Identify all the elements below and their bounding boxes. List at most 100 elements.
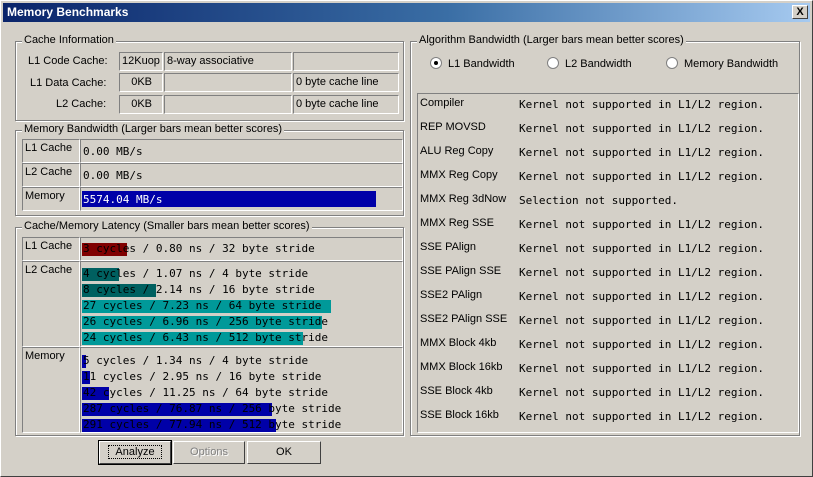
l1-data-cache-assoc	[164, 73, 292, 92]
bw-l2-label: L2 Cache	[25, 166, 73, 178]
title-bar[interactable]: Memory Benchmarks X	[3, 3, 810, 22]
cache-info-title: Cache Information	[22, 34, 116, 46]
lat-l2-text-4: 24 cycles / 6.43 ns / 512 byte stride	[83, 331, 329, 344]
bw-l1-bar-cell: 0.00 MB/s	[80, 139, 403, 163]
algorithm-name: SSE Block 16kb	[420, 409, 499, 421]
algorithm-name: MMX Reg 3dNow	[420, 193, 507, 205]
l2-cache-assoc	[164, 95, 292, 114]
lat-memory-row-2: 42 cycles / 11.25 ns / 64 byte stride	[82, 386, 402, 400]
lat-l2-label-cell: L2 Cache	[22, 261, 80, 347]
lat-memory-row-0: 5 cycles / 1.34 ns / 4 byte stride	[82, 354, 402, 368]
lat-memory-text-1: 11 cycles / 2.95 ns / 16 byte stride	[83, 370, 322, 383]
memory-bandwidth-title: Memory Bandwidth (Larger bars mean bette…	[22, 123, 284, 135]
l2-cache-label: L2 Cache:	[56, 98, 107, 110]
algorithm-result: Kernel not supported in L1/L2 region.	[519, 290, 765, 303]
algorithm-row-mmx-block-4kb: MMX Block 4kb Kernel not supported in L1…	[420, 337, 798, 357]
algorithm-result: Kernel not supported in L1/L2 region.	[519, 314, 765, 327]
algorithm-result: Kernel not supported in L1/L2 region.	[519, 242, 765, 255]
radio-l1-indicator[interactable]	[430, 57, 442, 69]
lat-l1-label: L1 Cache	[25, 240, 73, 252]
l2-cache-line: 0 byte cache line	[293, 95, 399, 114]
algorithm-row-rep-movsd: REP MOVSD Kernel not supported in L1/L2 …	[420, 121, 798, 141]
algorithm-row-mmx-reg-sse: MMX Reg SSE Kernel not supported in L1/L…	[420, 217, 798, 237]
algorithm-name: MMX Block 16kb	[420, 361, 503, 373]
analyze-button-label: Analyze	[108, 445, 162, 459]
l1-code-cache-assoc: 8-way associative	[164, 52, 292, 71]
l2-cache-size: 0KB	[119, 95, 163, 114]
lat-l1-row-0: 3 cycles / 0.80 ns / 32 byte stride	[82, 242, 402, 256]
bw-l2-bar-cell: 0.00 MB/s	[80, 163, 403, 187]
algorithm-row-mmx-reg-3dnow: MMX Reg 3dNow Selection not supported.	[420, 193, 798, 213]
algorithm-name: Compiler	[420, 97, 465, 109]
bw-memory-label-cell: Memory	[22, 187, 80, 211]
lat-memory-text-3: 287 cycles / 76.87 ns / 256 byte stride	[83, 402, 342, 415]
lat-l2-text-3: 26 cycles / 6.96 ns / 256 byte stride	[83, 315, 329, 328]
bw-l1-label: L1 Cache	[25, 142, 73, 154]
lat-l2-row-3: 26 cycles / 6.96 ns / 256 byte stride	[82, 315, 402, 329]
bw-l2-label-cell: L2 Cache	[22, 163, 80, 187]
algorithm-name: REP MOVSD	[420, 121, 486, 133]
algorithm-result: Kernel not supported in L1/L2 region.	[519, 362, 765, 375]
lat-l1-text-0: 3 cycles / 0.80 ns / 32 byte stride	[83, 242, 315, 255]
algorithm-name: SSE PAlign	[420, 241, 477, 253]
algorithm-row-sse2-palign: SSE2 PAlign Kernel not supported in L1/L…	[420, 289, 798, 309]
algorithm-result: Kernel not supported in L1/L2 region.	[519, 266, 765, 279]
algorithm-bandwidth-title: Algorithm Bandwidth (Larger bars mean be…	[417, 34, 686, 46]
options-button[interactable]: Options	[173, 441, 245, 464]
lat-memory-row-1: 11 cycles / 2.95 ns / 16 byte stride	[82, 370, 402, 384]
lat-memory-label: Memory	[25, 350, 65, 362]
lat-l2-row-2: 27 cycles / 7.23 ns / 64 byte stride	[82, 299, 402, 313]
algorithm-row-mmx-block-16kb: MMX Block 16kb Kernel not supported in L…	[420, 361, 798, 381]
algorithm-name: SSE2 PAlign	[420, 289, 483, 301]
algorithm-result: Kernel not supported in L1/L2 region.	[519, 218, 765, 231]
lat-memory-label-cell: Memory	[22, 347, 80, 433]
algorithm-result: Kernel not supported in L1/L2 region.	[519, 122, 765, 135]
l1-data-cache-line: 0 byte cache line	[293, 73, 399, 92]
algorithm-name: SSE Block 4kb	[420, 385, 493, 397]
algorithm-result: Selection not supported.	[519, 194, 678, 207]
lat-l2-text-0: 4 cycles / 1.07 ns / 4 byte stride	[83, 267, 309, 280]
algorithm-result: Kernel not supported in L1/L2 region.	[519, 146, 765, 159]
window-title: Memory Benchmarks	[7, 5, 129, 19]
algorithm-result: Kernel not supported in L1/L2 region.	[519, 338, 765, 351]
algorithm-results-list[interactable]: Compiler Kernel not supported in L1/L2 r…	[417, 93, 799, 433]
radio-l2-bandwidth[interactable]: L2 Bandwidth	[547, 57, 632, 70]
radio-l2-indicator[interactable]	[547, 57, 559, 69]
algorithm-name: MMX Reg Copy	[420, 169, 498, 181]
bw-memory-value: 5574.04 MB/s	[83, 193, 163, 206]
radio-l1-bandwidth[interactable]: L1 Bandwidth	[430, 57, 515, 70]
ok-button[interactable]: OK	[247, 441, 321, 464]
algorithm-row-sse-palign-sse: SSE PAlign SSE Kernel not supported in L…	[420, 265, 798, 285]
algorithm-result: Kernel not supported in L1/L2 region.	[519, 410, 765, 423]
lat-l2-row-4: 24 cycles / 6.43 ns / 512 byte stride	[82, 331, 402, 345]
close-button[interactable]: X	[792, 5, 808, 19]
lat-memory-text-2: 42 cycles / 11.25 ns / 64 byte stride	[83, 386, 329, 399]
algorithm-row-compiler: Compiler Kernel not supported in L1/L2 r…	[420, 97, 798, 117]
algorithm-row-alu-reg-copy: ALU Reg Copy Kernel not supported in L1/…	[420, 145, 798, 165]
radio-memory-indicator[interactable]	[666, 57, 678, 69]
lat-memory-row-3: 287 cycles / 76.87 ns / 256 byte stride	[82, 402, 402, 416]
l1-data-cache-label: L1 Data Cache:	[30, 77, 107, 89]
bw-l1-label-cell: L1 Cache	[22, 139, 80, 163]
analyze-button[interactable]: Analyze	[98, 440, 172, 465]
lat-l1-label-cell: L1 Cache	[22, 237, 80, 261]
algorithm-row-sse2-palign-sse: SSE2 PAlign SSE Kernel not supported in …	[420, 313, 798, 333]
radio-l2-label: L2 Bandwidth	[565, 58, 632, 70]
algorithm-row-sse-palign: SSE PAlign Kernel not supported in L1/L2…	[420, 241, 798, 261]
l1-code-cache-label: L1 Code Cache:	[28, 55, 108, 67]
radio-memory-bandwidth[interactable]: Memory Bandwidth	[666, 57, 778, 70]
algorithm-name: SSE2 PAlign SSE	[420, 313, 508, 325]
algorithm-row-sse-block-4kb: SSE Block 4kb Kernel not supported in L1…	[420, 385, 798, 405]
algorithm-result: Kernel not supported in L1/L2 region.	[519, 170, 765, 183]
algorithm-name: SSE PAlign SSE	[420, 265, 502, 277]
algorithm-name: MMX Reg SSE	[420, 217, 494, 229]
lat-l2-text-2: 27 cycles / 7.23 ns / 64 byte stride	[83, 299, 322, 312]
lat-memory-text-0: 5 cycles / 1.34 ns / 4 byte stride	[83, 354, 309, 367]
bw-memory-label: Memory	[25, 190, 65, 202]
algorithm-row-sse-block-16kb: SSE Block 16kb Kernel not supported in L…	[420, 409, 798, 429]
l1-code-cache-size: 12Kuop	[119, 52, 163, 71]
radio-memory-label: Memory Bandwidth	[684, 58, 779, 70]
lat-l2-label: L2 Cache	[25, 264, 73, 276]
algorithm-row-mmx-reg-copy: MMX Reg Copy Kernel not supported in L1/…	[420, 169, 798, 189]
l1-code-cache-line	[293, 52, 399, 71]
